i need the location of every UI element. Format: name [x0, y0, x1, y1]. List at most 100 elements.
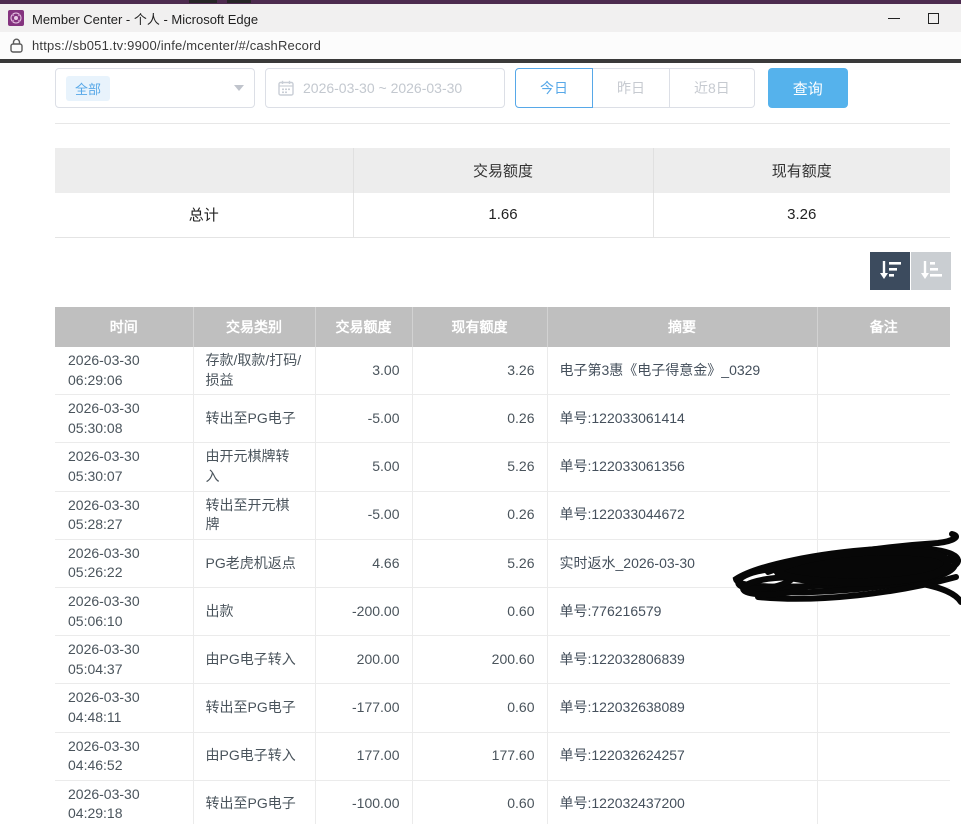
cell-note — [817, 587, 950, 635]
table-row: 2026-03-30 05:26:22 PG老虎机返点 4.66 5.26 实时… — [55, 539, 950, 587]
table-row: 2026-03-30 05:28:27 转出至开元棋牌 -5.00 0.26 单… — [55, 491, 950, 539]
cell-amount: 200.00 — [315, 636, 412, 684]
cell-type: 转出至PG电子 — [193, 780, 315, 824]
cell-type: 由PG电子转入 — [193, 636, 315, 684]
summary-total-row: 总计 1.66 3.26 — [55, 193, 950, 237]
quick-date-buttons: 今日 昨日 近8日 — [515, 68, 755, 108]
records-body: 2026-03-30 06:29:06 存款/取款/打码/损益 3.00 3.2… — [55, 347, 950, 824]
col-header-amount: 交易额度 — [315, 307, 412, 347]
cell-balance: 5.26 — [412, 443, 547, 491]
category-selected-chip[interactable]: 全部 — [66, 76, 110, 101]
cell-amount: -177.00 — [315, 684, 412, 732]
yesterday-button[interactable]: 昨日 — [593, 68, 670, 108]
cell-amount: 177.00 — [315, 732, 412, 780]
col-header-time: 时间 — [55, 307, 193, 347]
cell-type: 由PG电子转入 — [193, 732, 315, 780]
cell-balance: 0.60 — [412, 780, 547, 824]
table-row: 2026-03-30 04:46:52 由PG电子转入 177.00 177.6… — [55, 732, 950, 780]
category-select[interactable]: 全部 — [55, 68, 255, 108]
sort-descending-button[interactable] — [870, 252, 910, 290]
cell-summary: 单号:122033044672 — [547, 491, 817, 539]
cell-type: 由开元棋牌转入 — [193, 443, 315, 491]
cell-time: 2026-03-30 04:29:18 — [55, 780, 193, 824]
cell-amount: 3.00 — [315, 347, 412, 395]
cell-amount: 4.66 — [315, 539, 412, 587]
summary-total-label: 总计 — [55, 193, 353, 237]
cell-note — [817, 732, 950, 780]
cell-balance: 3.26 — [412, 347, 547, 395]
cell-note — [817, 636, 950, 684]
cell-summary: 单号:776216579 — [547, 587, 817, 635]
app-favicon — [8, 10, 24, 26]
col-header-balance: 现有额度 — [412, 307, 547, 347]
table-row: 2026-03-30 05:30:08 转出至PG电子 -5.00 0.26 单… — [55, 395, 950, 443]
cell-note — [817, 347, 950, 395]
calendar-icon — [278, 80, 294, 96]
url-text[interactable]: https://sb051.tv:9900/infe/mcenter/#/cas… — [32, 38, 321, 53]
sort-ascending-button[interactable] — [911, 252, 951, 290]
lock-icon — [10, 38, 23, 53]
cell-balance: 5.26 — [412, 539, 547, 587]
cell-time: 2026-03-30 05:26:22 — [55, 539, 193, 587]
summary-header-empty — [55, 148, 353, 193]
cell-type: 转出至PG电子 — [193, 684, 315, 732]
cell-summary: 电子第3惠《电子得意金》_0329 — [547, 347, 817, 395]
address-bar[interactable]: https://sb051.tv:9900/infe/mcenter/#/cas… — [0, 32, 961, 59]
cell-time: 2026-03-30 05:30:08 — [55, 395, 193, 443]
summary-transaction-total: 1.66 — [353, 193, 653, 237]
cell-type: 存款/取款/打码/损益 — [193, 347, 315, 395]
cell-summary: 单号:122032624257 — [547, 732, 817, 780]
table-row: 2026-03-30 05:04:37 由PG电子转入 200.00 200.6… — [55, 636, 950, 684]
cell-balance: 0.26 — [412, 395, 547, 443]
minimize-button[interactable] — [888, 18, 900, 19]
last8days-button[interactable]: 近8日 — [670, 68, 755, 108]
col-header-note: 备注 — [817, 307, 950, 347]
filter-row: 全部 2026-03-30 ~ 2026-03-30 今 — [55, 68, 950, 108]
window-title: Member Center - 个人 - Microsoft Edge — [32, 9, 258, 28]
table-row: 2026-03-30 04:48:11 转出至PG电子 -177.00 0.60… — [55, 684, 950, 732]
cell-note — [817, 780, 950, 824]
cell-amount: -5.00 — [315, 491, 412, 539]
cell-note — [817, 539, 950, 587]
date-range-picker[interactable]: 2026-03-30 ~ 2026-03-30 — [265, 68, 505, 108]
summary-header-balance: 现有额度 — [653, 148, 950, 193]
cell-time: 2026-03-30 05:30:07 — [55, 443, 193, 491]
cell-summary: 单号:122032806839 — [547, 636, 817, 684]
records-table: 时间 交易类别 交易额度 现有额度 摘要 备注 2026-03-30 06:29… — [55, 307, 950, 824]
cell-time: 2026-03-30 05:04:37 — [55, 636, 193, 684]
background-tab-notch — [189, 0, 217, 3]
background-tab-notch — [227, 0, 251, 3]
chevron-down-icon — [234, 85, 244, 91]
cell-balance: 200.60 — [412, 636, 547, 684]
sort-controls — [870, 252, 951, 290]
records-header-row: 时间 交易类别 交易额度 现有额度 摘要 备注 — [55, 307, 950, 347]
cell-note — [817, 684, 950, 732]
divider — [55, 123, 950, 124]
table-row: 2026-03-30 04:29:18 转出至PG电子 -100.00 0.60… — [55, 780, 950, 824]
cell-amount: -200.00 — [315, 587, 412, 635]
sort-ascending-icon — [919, 259, 943, 284]
window-controls — [888, 13, 953, 24]
summary-table: 交易额度 现有额度 总计 1.66 3.26 — [55, 148, 950, 238]
table-row: 2026-03-30 06:29:06 存款/取款/打码/损益 3.00 3.2… — [55, 347, 950, 395]
cash-record-page: 全部 2026-03-30 ~ 2026-03-30 今 — [0, 63, 961, 824]
search-button[interactable]: 查询 — [768, 68, 848, 108]
cell-summary: 单号:122033061356 — [547, 443, 817, 491]
col-header-summary: 摘要 — [547, 307, 817, 347]
table-row: 2026-03-30 05:06:10 出款 -200.00 0.60 单号:7… — [55, 587, 950, 635]
today-button[interactable]: 今日 — [515, 68, 593, 108]
summary-balance-total: 3.26 — [653, 193, 950, 237]
cell-amount: 5.00 — [315, 443, 412, 491]
cell-note — [817, 443, 950, 491]
cell-type: PG老虎机返点 — [193, 539, 315, 587]
cell-balance: 177.60 — [412, 732, 547, 780]
cell-note — [817, 491, 950, 539]
table-row: 2026-03-30 05:30:07 由开元棋牌转入 5.00 5.26 单号… — [55, 443, 950, 491]
cell-type: 转出至PG电子 — [193, 395, 315, 443]
date-range-value[interactable]: 2026-03-30 ~ 2026-03-30 — [303, 80, 462, 96]
cell-type: 转出至开元棋牌 — [193, 491, 315, 539]
cell-balance: 0.60 — [412, 587, 547, 635]
maximize-button[interactable] — [928, 13, 939, 24]
cell-time: 2026-03-30 04:48:11 — [55, 684, 193, 732]
cell-summary: 单号:122032437200 — [547, 780, 817, 824]
